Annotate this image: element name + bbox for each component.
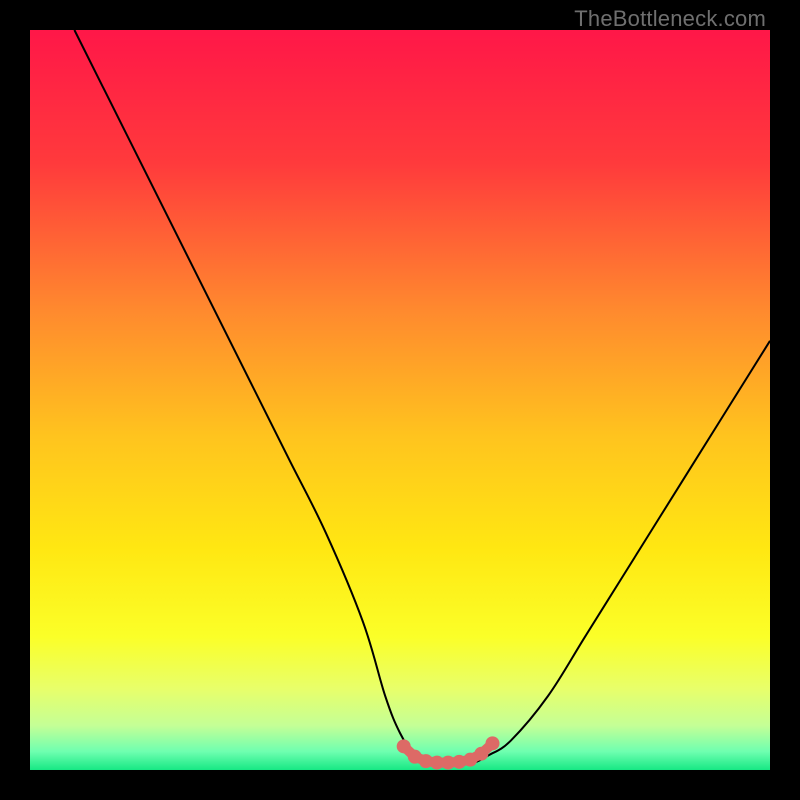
marker-dot [486, 736, 500, 750]
flat-region-markers [397, 736, 500, 769]
chart-frame: TheBottleneck.com [0, 0, 800, 800]
curve-layer [30, 30, 770, 770]
watermark-text: TheBottleneck.com [574, 6, 766, 32]
marker-dot [397, 739, 411, 753]
plot-area [30, 30, 770, 770]
bottleneck-curve [74, 30, 770, 763]
marker-dot [474, 747, 488, 761]
